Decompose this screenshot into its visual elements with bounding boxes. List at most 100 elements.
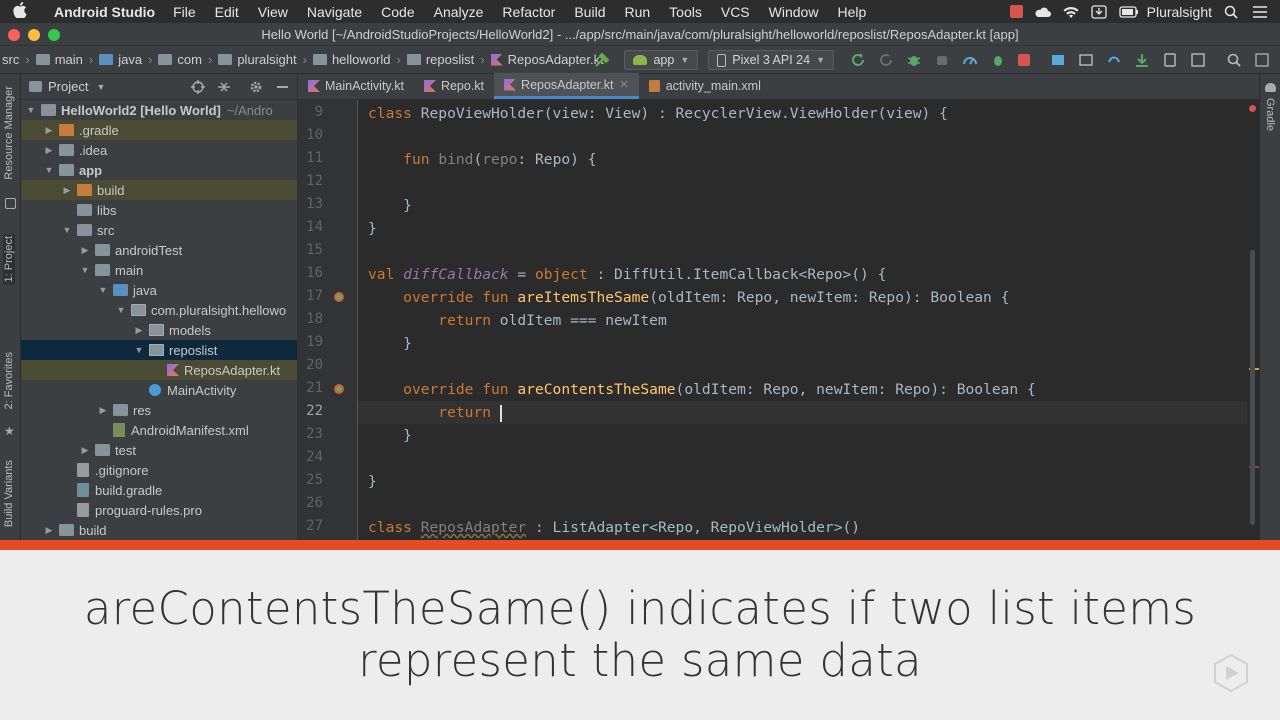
breadcrumb-file[interactable]: ReposAdapter.kt xyxy=(490,52,604,67)
device-select[interactable]: Pixel 3 API 24 ▼ xyxy=(708,50,834,70)
code-line[interactable]: } xyxy=(368,424,412,447)
tree-node[interactable]: ▶ build xyxy=(21,520,297,540)
menu-edit[interactable]: Edit xyxy=(215,4,239,20)
chevron-right-icon[interactable]: ▶ xyxy=(43,125,55,136)
tab-reposadapter[interactable]: ReposAdapter.kt ✕ xyxy=(494,73,639,99)
breadcrumb-java[interactable]: java › xyxy=(99,52,152,67)
run-config-select[interactable]: app ▼ xyxy=(624,50,699,70)
spotlight-search-icon[interactable] xyxy=(1224,5,1240,19)
chevron-down-icon[interactable]: ▼ xyxy=(25,105,37,115)
chevron-right-icon[interactable]: ▶ xyxy=(133,325,145,336)
code-line[interactable]: override fun areContentsTheSame(oldItem:… xyxy=(368,378,1036,401)
scrollbar-thumb[interactable] xyxy=(1250,250,1255,525)
menu-build[interactable]: Build xyxy=(574,4,605,20)
tree-node[interactable]: ▶ models xyxy=(21,320,297,340)
tree-node[interactable]: .gitignore xyxy=(21,460,297,480)
apply-changes-icon[interactable] xyxy=(872,49,900,71)
tree-node[interactable]: AndroidManifest.xml xyxy=(21,420,297,440)
breadcrumb-pluralsight[interactable]: pluralsight › xyxy=(218,52,307,67)
code-line[interactable]: class RepoViewHolder(view: View) : Recyc… xyxy=(368,102,948,125)
collapse-all-icon[interactable] xyxy=(217,80,231,97)
minimize-window-button[interactable] xyxy=(28,29,40,41)
wifi-icon[interactable] xyxy=(1063,5,1079,19)
tree-node[interactable]: ReposAdapter.kt xyxy=(21,360,297,380)
close-icon[interactable]: ✕ xyxy=(619,78,628,91)
override-marker-icon[interactable] xyxy=(334,292,344,302)
breadcrumb-reposlist[interactable]: reposlist › xyxy=(406,52,485,67)
attach-debugger-icon[interactable] xyxy=(928,49,956,71)
make-project-icon[interactable] xyxy=(588,49,616,71)
debug-icon[interactable] xyxy=(900,49,928,71)
code-line[interactable]: return oldItem === newItem xyxy=(368,309,666,332)
gear-icon[interactable] xyxy=(249,80,263,97)
layout-inspector-icon[interactable] xyxy=(1184,49,1212,71)
menu-help[interactable]: Help xyxy=(837,4,866,20)
tree-node[interactable]: ▶ androidTest xyxy=(21,240,297,260)
tree-node[interactable]: proguard-rules.pro xyxy=(21,500,297,520)
tree-node[interactable]: ▼ reposlist xyxy=(21,340,297,360)
tree-node[interactable]: ▶ .idea xyxy=(21,140,297,160)
tree-node[interactable]: ▶ .gradle xyxy=(21,120,297,140)
avd-manager-icon[interactable] xyxy=(1072,49,1100,71)
code-area[interactable]: class RepoViewHolder(view: View) : Recyc… xyxy=(358,100,1247,540)
menu-tools[interactable]: Tools xyxy=(669,4,702,20)
chevron-down-icon[interactable]: ▼ xyxy=(97,285,109,295)
code-line[interactable]: override fun areItemsTheSame(oldItem: Re… xyxy=(368,286,1009,309)
tab-activity-main[interactable]: activity_main.xml xyxy=(639,73,771,99)
code-line[interactable]: } xyxy=(368,194,412,217)
chevron-right-icon[interactable]: ▶ xyxy=(97,405,109,416)
tree-node[interactable]: ▼ HelloWorld2 [Hello World] ~/Andro xyxy=(21,100,297,120)
chevron-right-icon[interactable]: ▶ xyxy=(43,525,55,536)
editor-error-stripe[interactable] xyxy=(1247,100,1259,540)
project-view-select[interactable]: Project xyxy=(48,79,88,94)
chevron-down-icon[interactable]: ▼ xyxy=(79,265,91,275)
download-icon[interactable] xyxy=(1090,4,1107,19)
more-icon[interactable] xyxy=(1248,49,1276,71)
menu-refactor[interactable]: Refactor xyxy=(502,4,555,20)
tab-mainactivity[interactable]: MainActivity.kt xyxy=(298,73,414,99)
record-icon[interactable] xyxy=(1009,5,1023,18)
menu-file[interactable]: File xyxy=(173,4,196,20)
tree-node[interactable]: ▼ java xyxy=(21,280,297,300)
user-menu[interactable]: Pluralsight xyxy=(1147,4,1212,20)
tree-node[interactable]: ▶ build xyxy=(21,180,297,200)
locate-file-icon[interactable] xyxy=(191,80,205,97)
chevron-down-icon[interactable]: ▼ xyxy=(96,82,105,92)
tree-node[interactable]: build.gradle xyxy=(21,480,297,500)
menu-run[interactable]: Run xyxy=(624,4,650,20)
menu-vcs[interactable]: VCS xyxy=(721,4,750,20)
breadcrumb-com[interactable]: com › xyxy=(158,52,212,67)
battery-icon[interactable] xyxy=(1118,5,1138,19)
chevron-right-icon[interactable]: ▶ xyxy=(79,445,91,456)
sync-project-icon[interactable] xyxy=(1044,49,1072,71)
code-line[interactable]: class ReposAdapter : ListAdapter<Repo, R… xyxy=(368,516,860,539)
tree-node[interactable]: ▼ com.pluralsight.hellowo xyxy=(21,300,297,320)
sdk-manager-icon[interactable] xyxy=(1128,49,1156,71)
project-tab[interactable]: 1: Project xyxy=(3,234,15,285)
build-variants-tab[interactable]: Build Variants xyxy=(3,460,15,527)
maximize-window-button[interactable] xyxy=(48,29,60,41)
menu-navigate[interactable]: Navigate xyxy=(307,4,362,20)
error-indicator-icon[interactable] xyxy=(1249,105,1256,112)
chevron-right-icon[interactable]: ▶ xyxy=(61,185,73,196)
notification-center-icon[interactable] xyxy=(1252,5,1268,19)
breadcrumb-main[interactable]: main › xyxy=(35,52,93,67)
tree-node[interactable]: ▶ res xyxy=(21,400,297,420)
gradle-sync-icon[interactable] xyxy=(1100,49,1128,71)
debug-bug-icon[interactable] xyxy=(984,49,1012,71)
code-line[interactable]: val diffCallback = object : DiffUtil.Ite… xyxy=(368,263,886,286)
hide-panel-icon[interactable] xyxy=(277,86,288,88)
stop-icon[interactable] xyxy=(1012,49,1036,71)
tree-node[interactable]: libs xyxy=(21,200,297,220)
editor-gutter[interactable]: 9 10 11 12 13 14 15 16 17 18 19 20 21 22 23 24 25 26 27 xyxy=(298,100,358,540)
tree-node[interactable]: MainActivity xyxy=(21,380,297,400)
chevron-down-icon[interactable]: ▼ xyxy=(115,305,127,315)
tree-node[interactable]: ▶ test xyxy=(21,440,297,460)
profile-icon[interactable] xyxy=(956,49,984,71)
tab-repo[interactable]: Repo.kt xyxy=(414,73,494,99)
menu-analyze[interactable]: Analyze xyxy=(434,4,484,20)
chevron-right-icon[interactable]: ▶ xyxy=(79,245,91,256)
tree-node[interactable]: ▼ src xyxy=(21,220,297,240)
gradle-tab[interactable]: Gradle xyxy=(1264,98,1276,131)
menu-view[interactable]: View xyxy=(258,4,288,20)
